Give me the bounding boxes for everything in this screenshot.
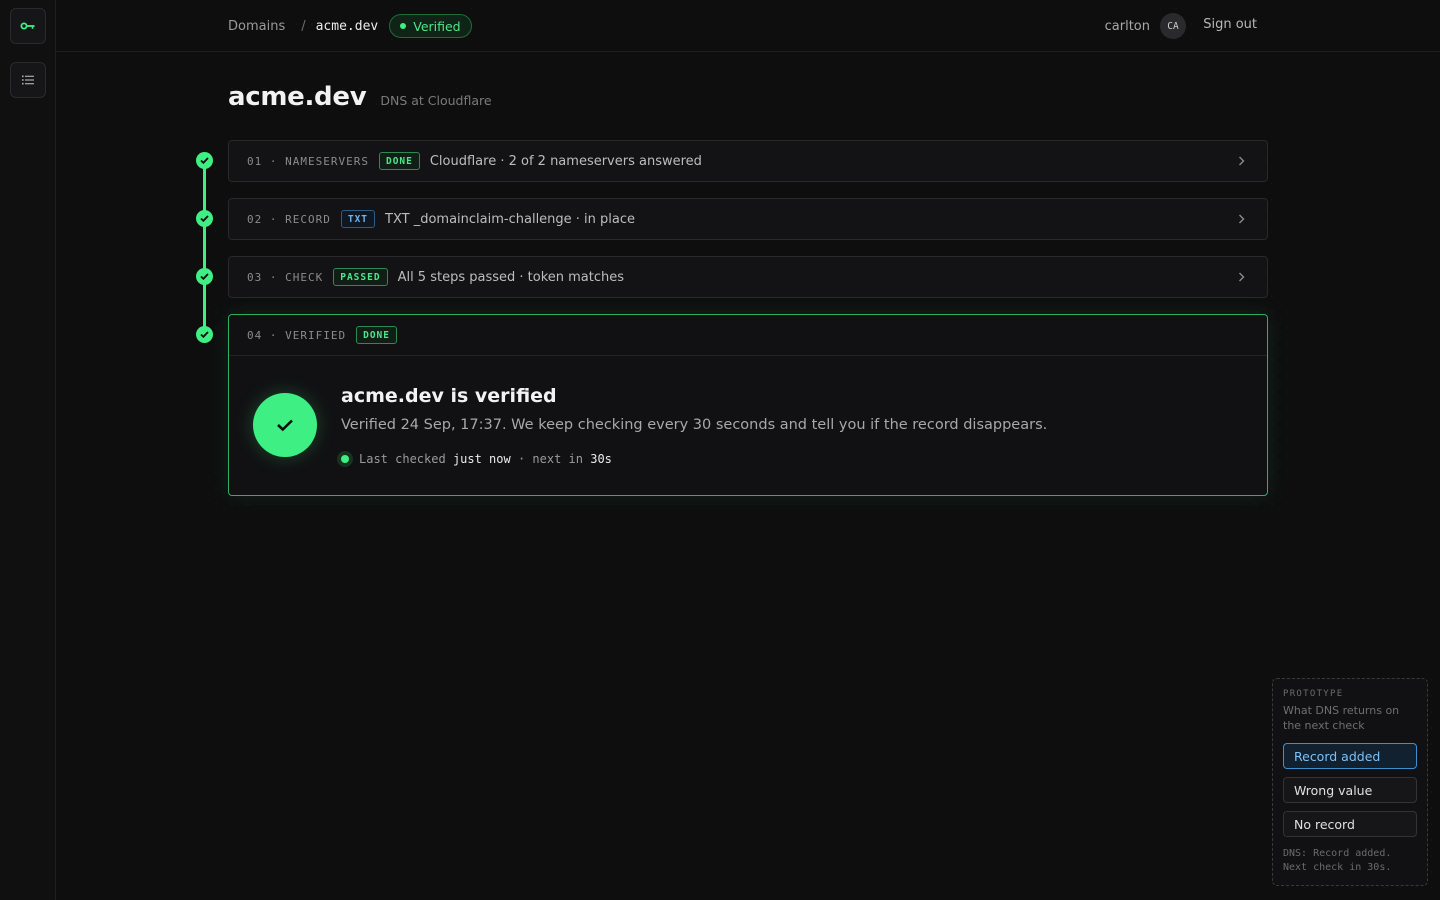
no-record-button[interactable]: No record [1283, 811, 1417, 837]
chevron-right-icon [1239, 156, 1245, 166]
step-check-icon [196, 152, 213, 169]
prototype-description: What DNS returns on the next check [1283, 704, 1400, 732]
left-rail [0, 0, 56, 900]
status-next: 30s [590, 452, 612, 466]
breadcrumb-separator: / [301, 18, 306, 34]
step-check[interactable]: 03 · CHECK PASSED All 5 steps passed · t… [228, 256, 1268, 298]
step-text: All 5 steps passed · token matches [397, 269, 625, 285]
user-menu[interactable]: carlton CA [1105, 12, 1186, 40]
breadcrumb-current: acme.dev [315, 18, 379, 34]
timeline-line [203, 161, 206, 335]
step-text: TXT _domainclaim-challenge · in place [385, 211, 636, 227]
status-prefix: Last checked [359, 452, 446, 466]
step-text: Cloudflare · 2 of 2 nameservers answered [429, 153, 702, 169]
step-record[interactable]: 02 · RECORD TXT TXT _domainclaim-challen… [228, 198, 1268, 240]
step-check-icon [196, 210, 213, 227]
avatar[interactable]: CA [1160, 13, 1186, 39]
step-meta: 02 · RECORD [247, 212, 331, 226]
key-icon [20, 22, 35, 30]
step-badge: DONE [378, 152, 420, 170]
chevron-right-icon [1239, 214, 1245, 224]
status-dot-icon [400, 23, 407, 29]
page-header: acme.dev DNS at Cloudflare [228, 82, 492, 112]
step-badge: DONE [356, 326, 397, 344]
step-check-icon [196, 268, 213, 285]
list-button[interactable] [10, 62, 46, 98]
step-meta: 01 · NAMESERVERS [247, 154, 369, 168]
step-meta: 03 · CHECK [247, 270, 324, 284]
prototype-label: PROTOTYPE [1283, 689, 1344, 699]
list-icon [22, 75, 34, 85]
breadcrumb-domains-link[interactable]: Domains [228, 19, 285, 34]
status-when: just now [452, 452, 511, 466]
top-bar: Domains / acme.dev Verified carlton CA S… [56, 0, 1440, 52]
step-meta: 04 · VERIFIED [247, 328, 347, 342]
logo-button[interactable] [10, 8, 46, 44]
step-check-icon [196, 326, 213, 343]
status-badge: Verified [389, 14, 472, 38]
step-badge: TXT [340, 210, 376, 228]
chevron-right-icon [1239, 272, 1245, 282]
verified-description: Verified 24 Sep, 17:37. We keep checking… [341, 417, 1048, 433]
status-mid: · next in [517, 452, 583, 466]
username: carlton [1104, 18, 1150, 34]
live-dot-icon [337, 451, 353, 467]
step-badge: PASSED [333, 268, 388, 286]
record-added-button[interactable]: Record added [1283, 743, 1417, 769]
prototype-status-line: DNS: Record added. [1283, 848, 1392, 859]
page-title: acme.dev [228, 82, 367, 112]
prototype-status-line: Next check in 30s. [1283, 862, 1392, 873]
sign-out-link[interactable]: Sign out [1203, 17, 1257, 32]
check-icon [253, 393, 317, 457]
verified-card: 04 · VERIFIED DONE acme.dev is verified … [228, 314, 1268, 496]
prototype-status: DNS: Record added. Next check in 30s. [1283, 847, 1391, 875]
wrong-value-button[interactable]: Wrong value [1283, 777, 1417, 803]
status-badge-label: Verified [413, 18, 461, 34]
breadcrumb: Domains / acme.dev Verified [228, 13, 472, 39]
verified-card-header: 04 · VERIFIED DONE [229, 315, 1267, 356]
step-nameservers[interactable]: 01 · NAMESERVERS DONE Cloudflare · 2 of … [228, 140, 1268, 182]
last-checked-status: Last checked just now · next in 30s [337, 451, 612, 467]
page-subtitle: DNS at Cloudflare [380, 93, 492, 108]
verified-title: acme.dev is verified [341, 385, 557, 407]
prototype-panel: PROTOTYPE What DNS returns on the next c… [1272, 678, 1428, 886]
